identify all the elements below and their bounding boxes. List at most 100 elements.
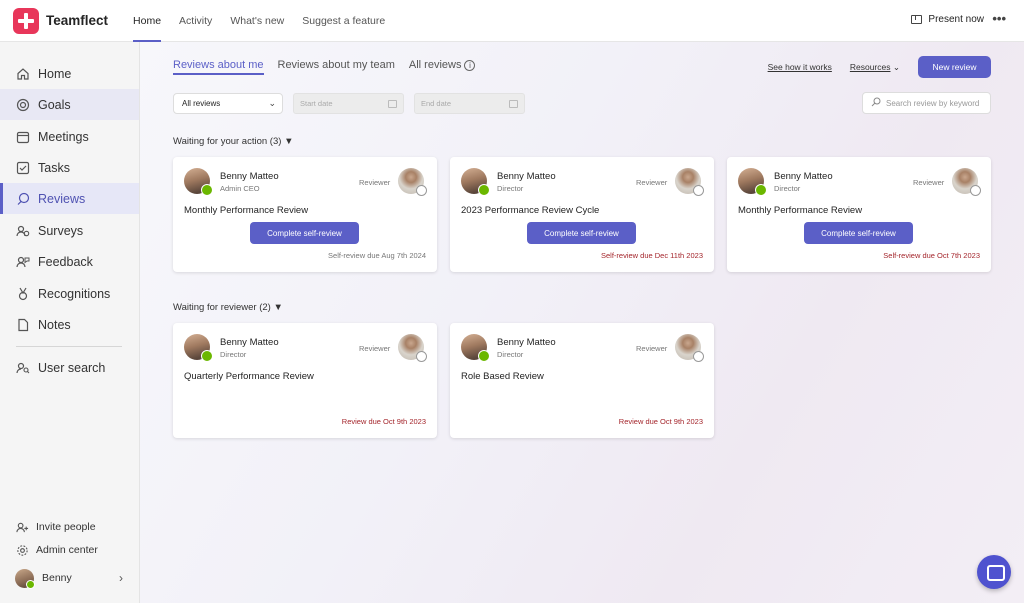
chevron-right-icon: ›: [119, 571, 123, 585]
reviewee-role: Director: [220, 350, 247, 359]
reviewer-avatar: [398, 334, 427, 362]
review-title: Monthly Performance Review: [738, 205, 863, 216]
more-options-icon[interactable]: •••: [992, 11, 1006, 26]
see-how-it-works-link[interactable]: See how it works: [768, 62, 832, 72]
target-icon: [15, 97, 31, 113]
sidebar-item-reviews[interactable]: Reviews: [0, 183, 139, 214]
reviewee-role: Director: [497, 350, 524, 359]
review-title: Monthly Performance Review: [184, 205, 309, 216]
add-person-icon: [15, 520, 29, 534]
sidebar-item-label: Surveys: [38, 223, 84, 238]
tab-all-reviews[interactable]: All reviews i: [409, 59, 476, 75]
review-filter-select[interactable]: All reviews ⌄: [173, 93, 283, 114]
sidebar-item-label: User search: [38, 360, 106, 375]
reviewer-avatar: [675, 168, 704, 196]
present-icon: [911, 15, 923, 24]
invite-people-button[interactable]: Invite people: [0, 517, 139, 537]
review-card[interactable]: Benny Matteo Director Reviewer Monthly P…: [727, 157, 991, 272]
teamflect-logo-icon: [13, 7, 39, 34]
user-search-icon: [15, 360, 31, 376]
complete-self-review-button[interactable]: Complete self-review: [250, 222, 359, 244]
section-title: Waiting for reviewer (2): [173, 302, 271, 313]
caret-down-icon: ▼: [273, 302, 283, 313]
review-title: 2023 Performance Review Cycle: [461, 205, 600, 216]
due-date: Review due Oct 9th 2023: [618, 417, 703, 426]
sidebar-item-label: Recognitions: [38, 286, 111, 301]
sidebar-item-home[interactable]: Home: [0, 58, 139, 89]
checkbox-icon: [15, 160, 31, 176]
start-date-input[interactable]: Start date: [293, 93, 404, 114]
reviewer-label: Reviewer: [359, 344, 391, 353]
sidebar-item-meetings[interactable]: Meetings: [0, 121, 139, 152]
chat-support-button[interactable]: [977, 555, 1011, 589]
sidebar-item-label: Feedback: [38, 254, 93, 269]
home-icon: [15, 66, 31, 82]
search-placeholder: Search review by keyword: [886, 98, 980, 108]
reviewer-label: Reviewer: [636, 178, 668, 187]
reviewer-label: Reviewer: [636, 344, 668, 353]
review-card[interactable]: Benny Matteo Admin CEO Reviewer Monthly …: [173, 157, 437, 272]
user-profile-button[interactable]: Benny ›: [0, 568, 139, 589]
sidebar-item-label: Meetings: [38, 129, 89, 144]
tab-reviews-about-my-team[interactable]: Reviews about my team: [278, 59, 395, 75]
tab-reviews-about-me[interactable]: Reviews about me: [173, 59, 264, 75]
review-title: Role Based Review: [461, 371, 544, 382]
review-icon: [15, 191, 31, 207]
tab-all-reviews-label: All reviews: [408, 59, 462, 71]
sidebar-item-surveys[interactable]: Surveys: [0, 215, 139, 246]
top-bar: Teamflect Home Activity What's new Sugge…: [0, 0, 1024, 42]
top-nav: Home Activity What's new Suggest a featu…: [124, 0, 394, 42]
nav-whats-new[interactable]: What's new: [221, 0, 293, 42]
nav-home[interactable]: Home: [124, 0, 170, 42]
sidebar-item-user-search[interactable]: User search: [0, 352, 139, 383]
sidebar-item-label: Reviews: [38, 191, 86, 206]
avatar: [15, 568, 35, 589]
reviewer-label: Reviewer: [913, 178, 945, 187]
chevron-down-icon: ⌄: [892, 61, 900, 72]
sidebar-item-recognitions[interactable]: Recognitions: [0, 278, 139, 309]
new-review-button[interactable]: New review: [918, 56, 991, 78]
sidebar-item-label: Notes: [38, 317, 71, 332]
avatar: [738, 168, 767, 196]
avatar: [461, 168, 490, 196]
reviewee-name: Benny Matteo: [220, 171, 279, 182]
filters: All reviews ⌄ Start date End date: [173, 93, 525, 114]
reviewee-role: Director: [774, 184, 801, 193]
end-date-input[interactable]: End date: [414, 93, 525, 114]
caret-down-icon: ▼: [284, 136, 294, 147]
sidebar-item-feedback[interactable]: Feedback: [0, 246, 139, 277]
review-card[interactable]: Benny Matteo Director Reviewer 2023 Perf…: [450, 157, 714, 272]
user-name: Benny: [42, 572, 72, 584]
sidebar-item-label: Goals: [38, 97, 71, 112]
note-icon: [15, 317, 31, 333]
end-date-placeholder: End date: [421, 99, 452, 108]
present-now-button[interactable]: Present now: [911, 14, 984, 25]
search-input[interactable]: Search review by keyword: [862, 92, 991, 114]
calendar-icon: [509, 100, 518, 108]
app-name: Teamflect: [46, 13, 109, 28]
sidebar-item-tasks[interactable]: Tasks: [0, 152, 139, 183]
survey-icon: [15, 223, 31, 239]
reviewer-label: Reviewer: [359, 178, 391, 187]
invite-people-label: Invite people: [36, 521, 96, 533]
admin-center-button[interactable]: Admin center: [0, 540, 139, 560]
sidebar-item-notes[interactable]: Notes: [0, 309, 139, 340]
present-now-label: Present now: [928, 14, 984, 25]
section-waiting-for-action[interactable]: Waiting for your action (3) ▼: [173, 136, 293, 147]
nav-suggest-feature[interactable]: Suggest a feature: [293, 0, 394, 42]
reviewer-avatar: [675, 334, 704, 362]
resources-label: Resources: [849, 61, 891, 72]
feedback-icon: [15, 254, 31, 270]
info-icon[interactable]: i: [464, 60, 476, 71]
reviewer-avatar: [952, 168, 981, 196]
sidebar-item-goals[interactable]: Goals: [0, 89, 139, 120]
review-title: Quarterly Performance Review: [184, 371, 314, 382]
nav-activity[interactable]: Activity: [170, 0, 221, 42]
resources-dropdown[interactable]: Resources ⌄: [850, 62, 900, 73]
review-card[interactable]: Benny Matteo Director Reviewer Quarterly…: [173, 323, 437, 438]
reviewee-role: Admin CEO: [220, 184, 260, 193]
section-waiting-for-reviewer[interactable]: Waiting for reviewer (2) ▼: [173, 302, 283, 313]
complete-self-review-button[interactable]: Complete self-review: [804, 222, 913, 244]
complete-self-review-button[interactable]: Complete self-review: [527, 222, 636, 244]
review-card[interactable]: Benny Matteo Director Reviewer Role Base…: [450, 323, 714, 438]
